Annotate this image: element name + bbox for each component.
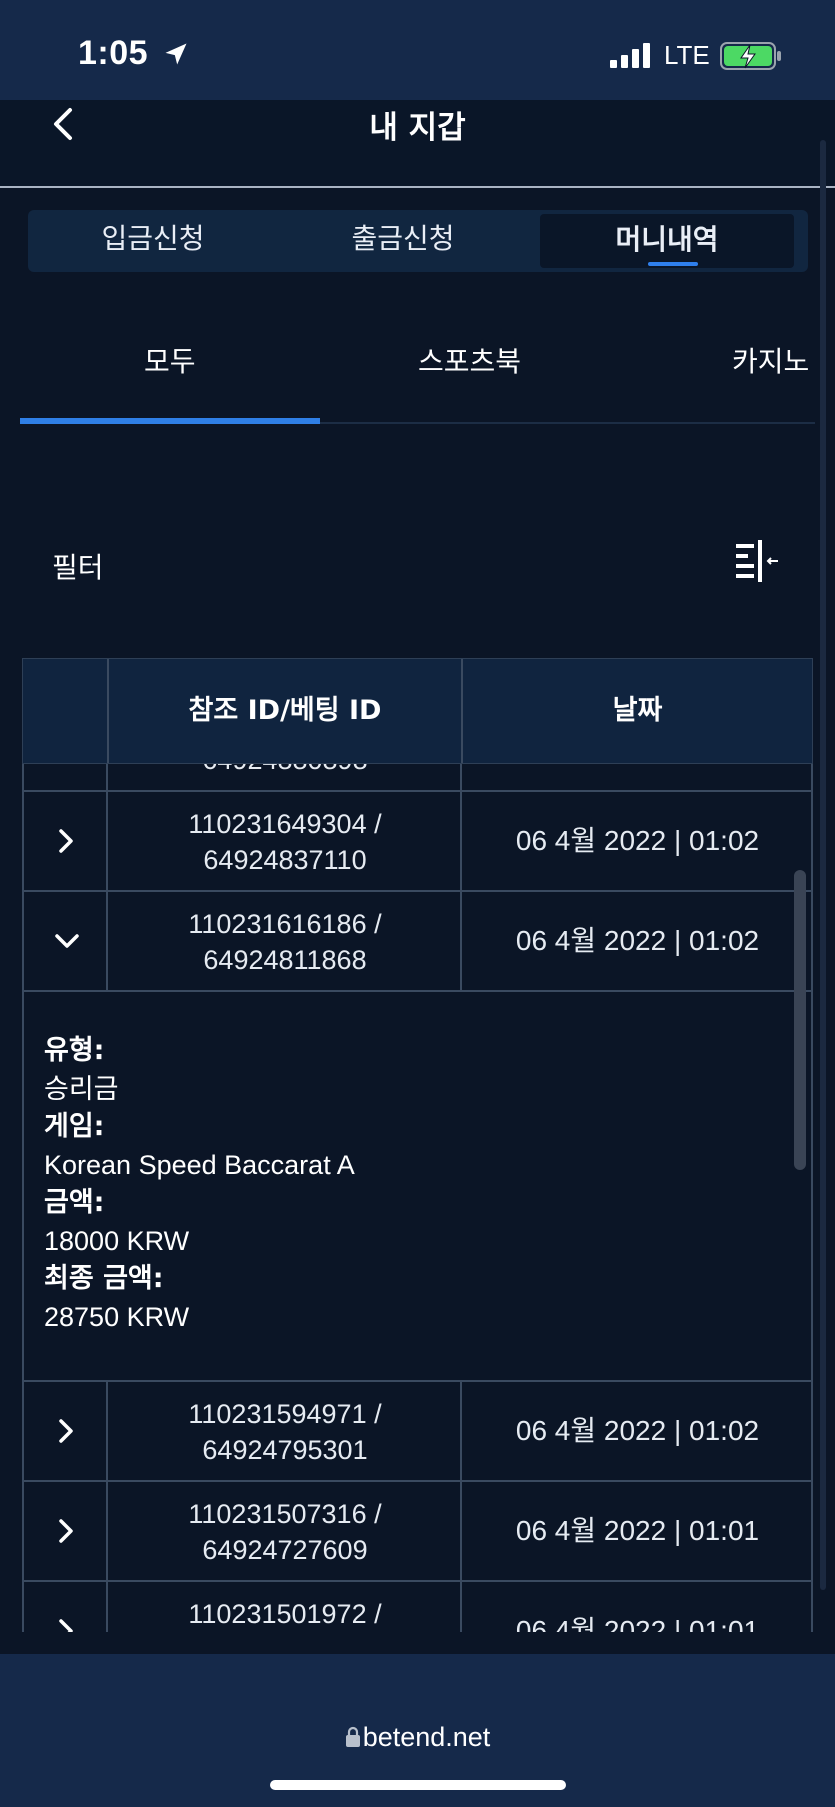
network-type: LTE [664, 40, 710, 70]
type-label: 유형: [44, 1035, 105, 1066]
page-scrollbar[interactable] [820, 140, 826, 1590]
ref-bet-id: 110231594971 / 64924795301 [108, 1396, 462, 1468]
bet-id: 64924880898 [108, 764, 462, 778]
ref-bet-id: 110231501972 / [108, 1596, 462, 1632]
page-title: 내 지갑 [369, 110, 466, 146]
tab-sportsbook[interactable]: 스포츠북 [418, 340, 521, 380]
wallet-header: 내 지갑 [0, 100, 835, 188]
bet-id: 64924727609 [202, 1535, 368, 1565]
filter-columns-icon[interactable] [734, 538, 780, 584]
ref-id: 110231649304 / [188, 809, 382, 839]
lock-icon [345, 1726, 360, 1747]
game-value: Korean Speed Baccarat A [44, 1150, 355, 1180]
game-label: 게임: [44, 1111, 105, 1142]
ref-id: 110231594971 / [188, 1399, 382, 1429]
bet-id: 64924795301 [202, 1435, 368, 1465]
table-row[interactable]: 110231649304 / 64924837110 06 4월 2022 | 0… [22, 792, 813, 892]
tab-deposit[interactable]: 입금신청 [28, 210, 278, 272]
final-amount-label: 최종 금액: [44, 1263, 164, 1294]
row-date: 06 4월 2022 | 01:02 [515, 825, 760, 856]
row-date: 06 4월 2022 | 01:01 [515, 1615, 760, 1632]
active-subtab-indicator [20, 418, 320, 424]
header-date: 날짜 [612, 695, 663, 726]
browser-bar: betend.net [0, 1654, 835, 1807]
table-row[interactable]: 110231507316 / 64924727609 06 4월 2022 | 0… [22, 1482, 813, 1582]
tab-all[interactable]: 모두 [144, 340, 196, 380]
chevron-right-icon[interactable] [52, 826, 80, 856]
row-date: 06 4월 2022 | 01:02 [515, 1415, 760, 1446]
table-right-border [811, 764, 813, 1632]
wallet-tabs: 입금신청 출금신청 머니내역 [28, 210, 808, 272]
clock: 1:05 [78, 34, 149, 72]
bet-id: 64924837110 [203, 845, 367, 875]
row-date: 06 4월 2022 | 01:02 [515, 925, 760, 956]
filter-label[interactable]: 필터 [52, 546, 104, 586]
category-tabs: 모두 스포츠북 카지노 [20, 330, 815, 424]
battery-charging-icon [720, 42, 781, 70]
amount-label: 금액: [44, 1187, 105, 1218]
type-value: 승리금 [44, 1074, 119, 1104]
address-bar[interactable]: betend.net [0, 1722, 835, 1753]
header-ref-id: 참조 ID/베팅 ID [188, 695, 382, 726]
table-row[interactable]: 110231594971 / 64924795301 06 4월 2022 | 0… [22, 1382, 813, 1482]
location-arrow-icon [165, 43, 187, 65]
status-bar: 1:05 LTE [0, 0, 835, 100]
url-text: betend.net [362, 1722, 491, 1752]
table-row[interactable]: 64924880898 [22, 764, 813, 792]
signal-icon [610, 42, 650, 68]
table-header: 참조 ID/베팅 ID 날짜 [22, 658, 813, 764]
tab-casino[interactable]: 카지노 [732, 340, 809, 380]
table-scrollbar-thumb[interactable] [794, 870, 806, 1170]
table-left-border [22, 764, 24, 1632]
chevron-right-icon[interactable] [52, 1516, 80, 1546]
table-row[interactable]: 110231616186 / 64924811868 06 4월 2022 | 0… [22, 892, 813, 992]
chevron-right-icon[interactable] [52, 1416, 80, 1446]
tab-withdraw[interactable]: 출금신청 [278, 210, 528, 272]
ref-bet-id: 110231507316 / 64924727609 [108, 1496, 462, 1568]
active-tab-indicator [648, 262, 698, 266]
tab-money-history[interactable]: 머니내역 [540, 214, 794, 268]
ref-id: 110231507316 / [188, 1499, 382, 1529]
ref-bet-id: 110231649304 / 64924837110 [108, 806, 462, 878]
chevron-down-icon[interactable] [52, 926, 82, 956]
ref-id: 110231616186 / [188, 909, 382, 939]
bet-id: 64924811868 [203, 945, 367, 975]
amount-value: 18000 KRW [44, 1226, 190, 1256]
table-body[interactable]: 64924880898 110231649304 / 64924837110 06… [22, 764, 813, 1632]
ref-bet-id: 110231616186 / 64924811868 [108, 906, 462, 978]
table-row[interactable]: 110231501972 / 06 4월 2022 | 01:01 [22, 1582, 813, 1632]
home-indicator[interactable] [270, 1780, 566, 1790]
row-detail-panel: 유형: 승리금 게임: Korean Speed Baccarat A 금액: … [22, 992, 813, 1382]
row-date: 06 4월 2022 | 01:01 [515, 1515, 760, 1546]
final-amount-value: 28750 KRW [44, 1302, 190, 1332]
chevron-right-icon[interactable] [52, 1616, 80, 1632]
tab-money-history-label: 머니내역 [615, 223, 719, 256]
ref-id: 110231501972 / [188, 1599, 382, 1629]
